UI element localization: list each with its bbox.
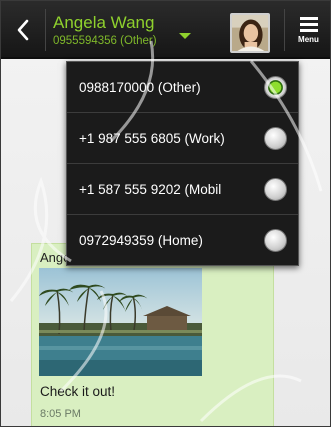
phone-option[interactable]: +1 987 555 6805 (Work) [67, 113, 298, 164]
radio-selected-icon[interactable] [264, 76, 287, 99]
message-timestamp: 8:05 PM [40, 408, 81, 420]
phone-option[interactable]: +1 587 555 9202 (Mobil [67, 164, 298, 215]
message-photo[interactable] [39, 268, 202, 376]
app-window: Angela Wang 0955594356 (Other) Menu Ange… [0, 0, 331, 427]
menu-button[interactable]: Menu [285, 1, 330, 59]
message-text: Check it out! [40, 384, 116, 399]
phone-option-label: 0972949359 (Home) [79, 233, 203, 248]
resort-image [39, 268, 202, 376]
chevron-left-icon [17, 19, 29, 41]
radio-unselected-icon[interactable] [264, 229, 287, 252]
phone-option-label: +1 587 555 9202 (Mobil [79, 182, 222, 197]
divider [45, 9, 46, 51]
back-button[interactable] [1, 1, 45, 59]
message-bubble[interactable]: Angela Wang ( ) [31, 243, 274, 426]
phone-option[interactable]: 0988170000 (Other) [67, 62, 298, 113]
radio-unselected-icon[interactable] [264, 127, 287, 150]
menu-label: Menu [298, 34, 319, 44]
contact-photo [232, 15, 268, 51]
phone-option[interactable]: 0972949359 (Home) [67, 215, 298, 266]
contact-name: Angela Wang [53, 13, 155, 32]
phone-option-label: 0988170000 (Other) [79, 80, 201, 95]
contact-selector[interactable]: Angela Wang 0955594356 (Other) [53, 13, 223, 53]
menu-icon [299, 16, 318, 32]
phone-option-label: +1 987 555 6805 (Work) [79, 131, 225, 146]
phone-number-dropdown: 0988170000 (Other) +1 987 555 6805 (Work… [66, 61, 299, 266]
dropdown-arrow-icon[interactable] [178, 32, 192, 40]
action-bar: Angela Wang 0955594356 (Other) Menu [1, 1, 330, 59]
contact-number: 0955594356 (Other) [53, 35, 157, 47]
avatar[interactable] [230, 13, 270, 53]
radio-unselected-icon[interactable] [264, 178, 287, 201]
